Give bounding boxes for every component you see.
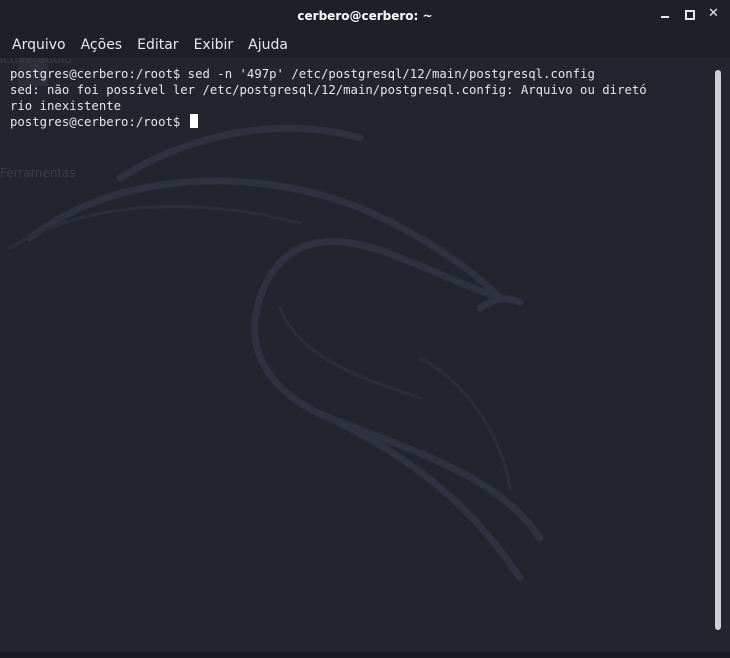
scrollbar-thumb[interactable]	[715, 70, 721, 630]
terminal-line: postgres@cerbero:/root$	[10, 114, 704, 130]
menu-editar[interactable]: Editar	[131, 37, 187, 53]
close-icon[interactable]: ✕	[708, 7, 719, 20]
menu-acoes[interactable]: Ações	[75, 37, 132, 53]
minimize-icon[interactable]	[660, 9, 670, 19]
prompt: postgres@cerbero:/root$	[10, 67, 181, 81]
command-text: sed -n '497p' /etc/postgresql/12/main/po…	[180, 67, 595, 81]
terminal-line: rio inexistente	[10, 99, 122, 113]
text-cursor	[189, 114, 198, 128]
window-title: cerbero@cerbero: ~	[297, 9, 433, 23]
title-bar[interactable]: cerbero@cerbero: ~ ✕	[0, 0, 730, 32]
window-controls: ✕	[660, 7, 719, 20]
menu-bar: Arquivo Ações Editar Exibir Ajuda	[0, 32, 730, 58]
kali-dragon-watermark	[8, 124, 544, 582]
prompt: postgres@cerbero:/root$	[10, 115, 181, 129]
desktop-ghost-label: ictive_audio	[0, 58, 72, 66]
vertical-scrollbar[interactable]	[712, 58, 730, 652]
terminal-line: sed: não foi possível ler /etc/postgresq…	[10, 83, 647, 97]
menu-exibir[interactable]: Exibir	[188, 37, 243, 53]
desktop-ghost-label: Ferramentas	[0, 166, 76, 180]
menu-ajuda[interactable]: Ajuda	[242, 37, 297, 53]
terminal-output: postgres@cerbero:/root$ sed -n '497p' /e…	[10, 66, 704, 130]
window-bottom-border	[0, 652, 730, 658]
maximize-icon[interactable]	[684, 9, 695, 20]
terminal-window: cerbero@cerbero: ~ ✕ Arquivo Ações Edita…	[0, 0, 730, 658]
menu-arquivo[interactable]: Arquivo	[6, 37, 75, 53]
terminal-line: postgres@cerbero:/root$ sed -n '497p' /e…	[10, 66, 704, 82]
terminal-area[interactable]: ictive_audio Ferramentas postgres@cerber…	[0, 58, 712, 652]
command-text	[180, 115, 187, 129]
